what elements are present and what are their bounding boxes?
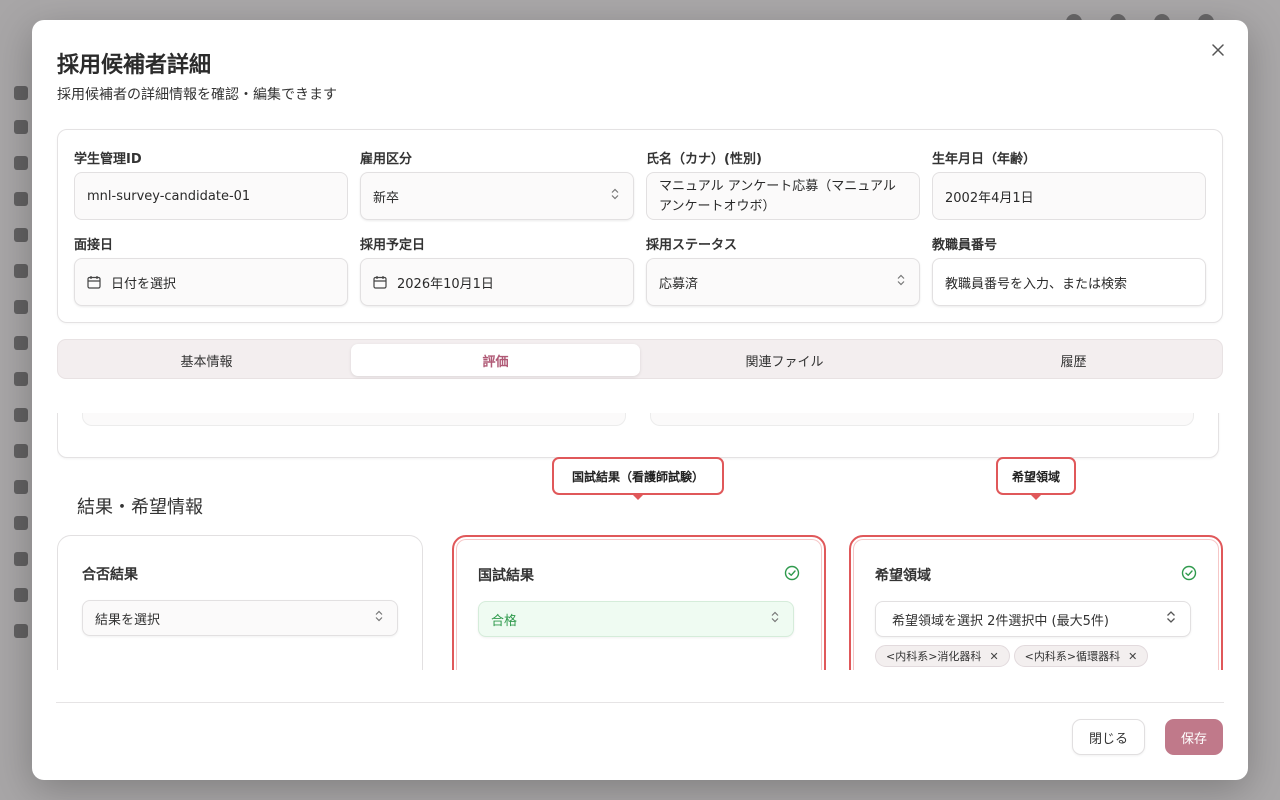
national-exam-title: 国試結果: [478, 568, 534, 584]
student-id-value: mnl-survey-candidate-01: [87, 188, 251, 204]
chevron-up-down-icon: [771, 611, 779, 627]
staff-number-label: 教職員番号: [932, 238, 998, 253]
national-exam-card: 国試結果 合格: [452, 535, 826, 670]
interview-date-field: 面接日 日付を選択: [74, 236, 348, 306]
pass-result-value: 結果を選択: [95, 612, 161, 628]
interview-date-picker[interactable]: 日付を選択: [74, 258, 348, 306]
birthdate-input[interactable]: 2002年4月1日: [932, 172, 1206, 220]
candidate-info-card: 学生管理ID mnl-survey-candidate-01 雇用区分 新卒 氏…: [57, 129, 1223, 323]
detail-tabs: 基本情報 評価 関連ファイル 履歴: [57, 339, 1223, 379]
desired-field-card: 希望領域 希望領域を選択 2件選択中 (最大5件) <内科系>消化器科 ✕ <内…: [849, 535, 1223, 670]
previous-field-bottom: [82, 413, 626, 426]
employment-type-label: 雇用区分: [360, 152, 413, 167]
employment-type-select[interactable]: 新卒: [360, 172, 634, 220]
pass-result-title: 合否結果: [82, 567, 138, 583]
interview-date-value: 日付を選択: [111, 276, 177, 292]
check-circle-icon: [1181, 565, 1197, 585]
save-button[interactable]: 保存: [1165, 719, 1223, 755]
planned-hire-date-value: 2026年10月1日: [397, 276, 494, 292]
name-label: 氏名（カナ）(性別): [646, 152, 762, 167]
chevron-up-down-icon: [897, 274, 905, 290]
student-id-label: 学生管理ID: [74, 152, 142, 167]
name-value: マニュアル アンケート応募（マニュアル アンケートオウボ）: [659, 179, 896, 214]
hiring-status-field: 採用ステータス 応募済: [646, 236, 920, 306]
birthdate-field: 生年月日（年齢） 2002年4月1日: [932, 150, 1206, 220]
chip-label: <内科系>消化器科: [886, 650, 982, 663]
calendar-icon: [373, 275, 387, 289]
staff-number-placeholder: 教職員番号を入力、または検索: [945, 276, 1128, 292]
evaluation-scroll-area[interactable]: 結果・希望情報 合否結果 結果を選択 国試結果 合格 希望領域 希望領域を選択 …: [57, 413, 1223, 670]
chip-label: <内科系>循環器科: [1024, 650, 1121, 663]
footer-divider: [56, 702, 1224, 703]
hiring-status-select[interactable]: 応募済: [646, 258, 920, 306]
remove-chip-icon[interactable]: ✕: [989, 650, 998, 663]
tab-history[interactable]: 履歴: [929, 344, 1218, 376]
staff-number-field: 教職員番号 教職員番号を入力、または検索: [932, 236, 1206, 306]
national-exam-value: 合格: [491, 613, 518, 629]
student-id-input[interactable]: mnl-survey-candidate-01: [74, 172, 348, 220]
interview-date-label: 面接日: [74, 238, 114, 253]
modal-subtitle: 採用候補者の詳細情報を確認・編集できます: [57, 87, 337, 103]
employment-type-value: 新卒: [373, 190, 400, 206]
tab-evaluation[interactable]: 評価: [351, 344, 640, 376]
modal-title: 採用候補者詳細: [57, 53, 212, 78]
birthdate-value: 2002年4月1日: [945, 190, 1034, 206]
planned-hire-date-picker[interactable]: 2026年10月1日: [360, 258, 634, 306]
desired-field-chip: <内科系>循環器科 ✕: [1013, 645, 1149, 667]
name-field: 氏名（カナ）(性別) マニュアル アンケート応募（マニュアル アンケートオウボ）: [646, 150, 920, 220]
close-icon[interactable]: [1208, 40, 1228, 60]
planned-hire-date-field: 採用予定日 2026年10月1日: [360, 236, 634, 306]
calendar-icon: [87, 275, 101, 289]
name-input[interactable]: マニュアル アンケート応募（マニュアル アンケートオウボ）: [646, 172, 920, 220]
tab-related-files[interactable]: 関連ファイル: [640, 344, 929, 376]
remove-chip-icon[interactable]: ✕: [1128, 650, 1137, 663]
national-exam-callout: 国試結果（看護師試験）: [552, 457, 724, 495]
hiring-status-label: 採用ステータス: [646, 238, 738, 253]
pass-result-card: 合否結果 結果を選択: [57, 535, 423, 670]
desired-field-chips: <内科系>消化器科 ✕ <内科系>循環器科 ✕: [875, 645, 1149, 667]
candidate-detail-modal: 採用候補者詳細 採用候補者の詳細情報を確認・編集できます 学生管理ID mnl-…: [32, 20, 1248, 780]
chevron-up-down-icon: [375, 610, 383, 626]
chevron-up-down-icon: [1166, 610, 1176, 628]
desired-field-title: 希望領域: [875, 568, 931, 584]
chevron-up-down-icon: [611, 188, 619, 204]
desired-field-callout: 希望領域: [996, 457, 1076, 495]
desired-field-select[interactable]: 希望領域を選択 2件選択中 (最大5件): [875, 601, 1191, 637]
student-id-field: 学生管理ID mnl-survey-candidate-01: [74, 150, 348, 220]
planned-hire-date-label: 採用予定日: [360, 238, 426, 253]
pass-result-select[interactable]: 結果を選択: [82, 600, 398, 636]
previous-field-bottom: [650, 413, 1194, 426]
desired-field-value: 希望領域を選択 2件選択中 (最大5件): [892, 613, 1109, 629]
national-exam-select[interactable]: 合格: [478, 601, 794, 637]
check-circle-icon: [784, 565, 800, 585]
birthdate-label: 生年月日（年齢）: [932, 152, 1037, 167]
hiring-status-value: 応募済: [659, 276, 699, 292]
results-section-title: 結果・希望情報: [77, 497, 203, 518]
previous-section-card: [57, 413, 1219, 458]
employment-type-field: 雇用区分 新卒: [360, 150, 634, 220]
tab-basic-info[interactable]: 基本情報: [62, 344, 351, 376]
desired-field-chip: <内科系>消化器科 ✕: [875, 645, 1010, 667]
staff-number-input[interactable]: 教職員番号を入力、または検索: [932, 258, 1206, 306]
close-button[interactable]: 閉じる: [1072, 719, 1145, 755]
